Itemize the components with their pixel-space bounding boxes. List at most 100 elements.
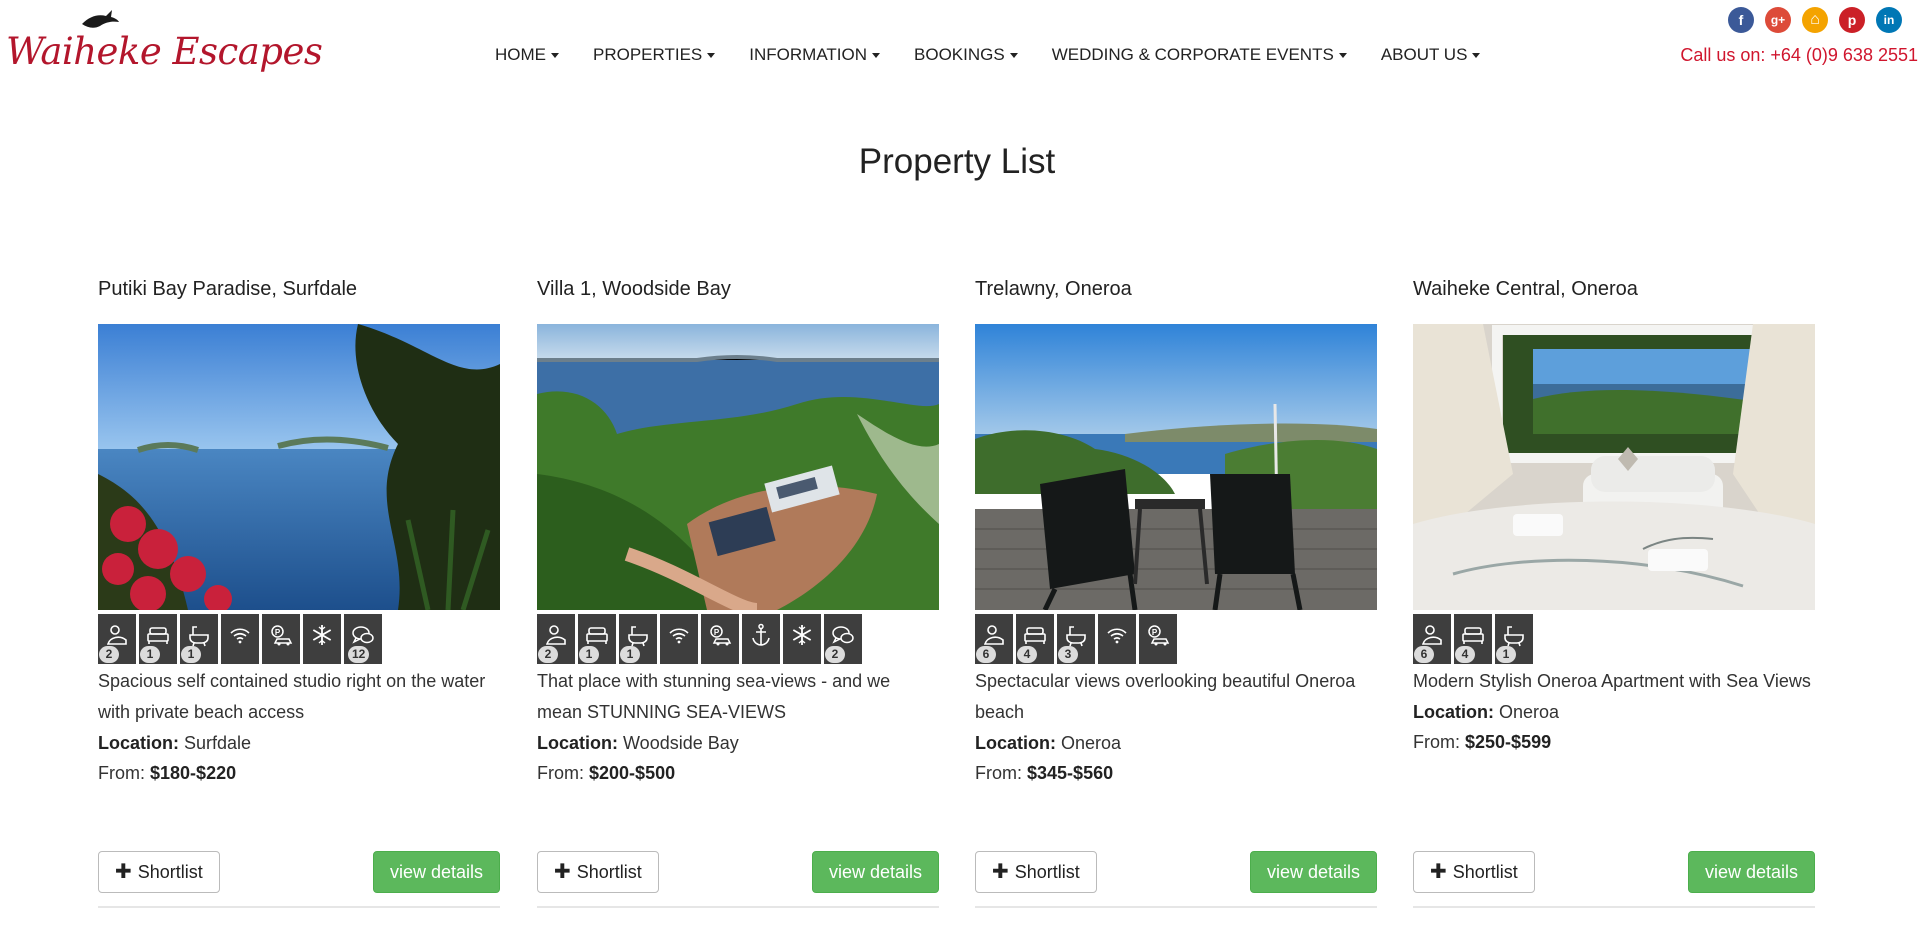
property-price: From: $180-$220 (98, 758, 500, 788)
linkedin-icon[interactable]: in (1876, 7, 1902, 33)
card-actions: ✚ Shortlist view details (1413, 851, 1815, 893)
view-details-button[interactable]: view details (372, 851, 500, 893)
card-actions: ✚ Shortlist view details (98, 851, 500, 893)
amenity-count: 2 (538, 646, 558, 663)
shortlist-button[interactable]: ✚ Shortlist (537, 851, 659, 893)
amenity-count: 1 (181, 646, 201, 663)
location-value: Oneroa (1499, 702, 1560, 722)
amenity-count: 1 (1496, 646, 1516, 663)
facebook-icon[interactable]: f (1728, 7, 1754, 33)
nav-label: HOME (495, 45, 546, 64)
svg-text:P: P (714, 628, 720, 637)
amenity-count: 3 (1058, 646, 1078, 663)
card-divider (98, 906, 500, 908)
google-plus-icon[interactable]: g+ (1765, 7, 1791, 33)
nav-information[interactable]: INFORMATION (749, 45, 881, 65)
nav-about-us[interactable]: ABOUT US (1381, 45, 1481, 65)
nav-bookings[interactable]: BOOKINGS (914, 45, 1018, 65)
shortlist-button[interactable]: ✚ Shortlist (975, 851, 1097, 893)
nav-label: PROPERTIES (593, 45, 703, 64)
wifi-icon (221, 614, 259, 664)
amenity-icons: 2 1 1 P 12 (98, 614, 500, 664)
view-details-button[interactable]: view details (811, 851, 939, 893)
bathroom-icon: 1 (619, 614, 657, 664)
amenity-count: 4 (1455, 646, 1475, 663)
amenity-count: 6 (976, 646, 996, 663)
nav-label: ABOUT US (1380, 45, 1468, 64)
property-price: From: $345-$560 (975, 758, 1377, 788)
property-description: Modern Stylish Oneroa Apartment with Sea… (1413, 671, 1811, 691)
caret-down-icon (551, 53, 559, 58)
property-card: Waiheke Central, Oneroa 6 4 1 Modern Styli… (1413, 278, 1815, 757)
bedroom-icon: 6 (975, 614, 1013, 664)
shortlist-label: Shortlist (1014, 861, 1080, 882)
property-photo[interactable] (537, 324, 939, 610)
location-label: Location: (537, 733, 618, 753)
caret-down-icon (1009, 53, 1018, 58)
bedroom-icon: 2 (537, 614, 575, 664)
amenity-count: 4 (1017, 646, 1037, 663)
logo-text: Waiheke Escapes (6, 30, 323, 73)
property-name[interactable]: Putiki Bay Paradise, Surfdale (98, 278, 500, 308)
view-details-button[interactable]: view details (1249, 851, 1377, 893)
logo[interactable]: Waiheke Escapes (2, 6, 323, 73)
amenity-count: 6 (1414, 646, 1434, 663)
card-actions: ✚ Shortlist view details (975, 851, 1377, 893)
from-label: From: (98, 763, 145, 783)
property-photo[interactable] (975, 324, 1377, 610)
nav-properties[interactable]: PROPERTIES (593, 45, 716, 65)
from-label: From: (1413, 732, 1460, 752)
from-label: From: (537, 763, 584, 783)
shortlist-button[interactable]: ✚ Shortlist (98, 851, 220, 893)
nav-wedding-corporate-events[interactable]: WEDDING & CORPORATE EVENTS (1052, 45, 1347, 65)
property-photo[interactable] (1413, 324, 1815, 610)
amenity-count: 2 (99, 646, 119, 663)
svg-text:P: P (275, 628, 281, 637)
nav-label: INFORMATION (749, 45, 868, 64)
price-value: $345-$560 (1027, 763, 1114, 783)
shortlist-button[interactable]: ✚ Shortlist (1413, 851, 1535, 893)
reviews-icon: 2 (824, 614, 862, 664)
parking-icon: P (1139, 614, 1177, 664)
property-price: From: $250-$599 (1413, 727, 1815, 757)
location-label: Location: (975, 733, 1056, 753)
amenity-count: 2 (825, 646, 845, 663)
shortlist-label: Shortlist (137, 861, 203, 882)
property-photo[interactable] (98, 324, 500, 610)
location-value: Surfdale (184, 733, 252, 753)
wifi-icon (660, 614, 698, 664)
location-label: Location: (98, 733, 179, 753)
phone-number[interactable]: Call us on: +64 (0)9 638 2551 (1680, 45, 1918, 66)
plus-icon: ✚ (554, 861, 571, 883)
bed-icon: 4 (1454, 614, 1492, 664)
pinterest-icon[interactable]: p (1839, 7, 1865, 33)
shortlist-label: Shortlist (576, 861, 642, 882)
nav-label: BOOKINGS (914, 45, 1005, 64)
property-card: Trelawny, Oneroa 6 4 3 P Spectacular views … (975, 278, 1377, 788)
bathroom-icon: 3 (1057, 614, 1095, 664)
home-icon[interactable]: ⌂ (1802, 7, 1828, 33)
plus-icon: ✚ (1430, 861, 1447, 883)
price-value: $200-$500 (589, 763, 676, 783)
caret-down-icon (1338, 53, 1347, 58)
property-name[interactable]: Villa 1, Woodside Bay (537, 278, 939, 308)
bed-icon: 4 (1016, 614, 1054, 664)
property-name[interactable]: Trelawny, Oneroa (975, 278, 1377, 308)
plus-icon: ✚ (992, 861, 1009, 883)
property-card: Villa 1, Woodside Bay 2 1 1 P 2 That place w… (537, 278, 939, 788)
property-description: Spacious self contained studio right on … (98, 671, 486, 722)
shortlist-label: Shortlist (1452, 861, 1518, 882)
property-location: Location: Woodside Bay (537, 728, 939, 758)
card-divider (1413, 906, 1815, 908)
view-details-button[interactable]: view details (1687, 851, 1815, 893)
bedroom-icon: 6 (1413, 614, 1451, 664)
wifi-icon (1098, 614, 1136, 664)
property-card: Putiki Bay Paradise, Surfdale 2 1 1 P 12 Spa… (98, 278, 500, 788)
nav-home[interactable]: HOME (495, 45, 559, 65)
price-value: $250-$599 (1465, 732, 1552, 752)
amenity-count: 1 (579, 646, 599, 663)
caret-down-icon (872, 53, 881, 58)
amenity-count: 1 (140, 646, 160, 663)
property-name[interactable]: Waiheke Central, Oneroa (1413, 278, 1815, 308)
reviews-icon: 12 (344, 614, 382, 664)
